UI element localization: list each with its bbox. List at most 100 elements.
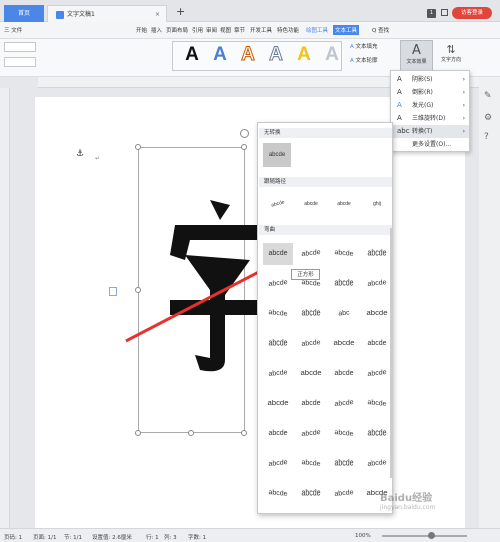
menu-item-transform[interactable]: abc 转换(T) › bbox=[392, 125, 469, 138]
warp-option[interactable]: abcde bbox=[296, 241, 326, 266]
format-icon[interactable]: ⚙ bbox=[484, 113, 492, 123]
warp-option[interactable]: abcde bbox=[262, 362, 294, 387]
warp-option[interactable]: abcde bbox=[361, 272, 393, 297]
warp-option[interactable]: abcde bbox=[361, 303, 394, 325]
warp-option[interactable]: abcde bbox=[329, 421, 359, 446]
reflection-icon: A bbox=[397, 88, 402, 96]
layout-options-icon[interactable] bbox=[109, 287, 117, 296]
warp-option[interactable]: abcde bbox=[263, 301, 293, 326]
tab-document[interactable]: 文字文稿1 × bbox=[47, 5, 167, 22]
warp-option[interactable]: abcde bbox=[329, 241, 359, 266]
menu-layout[interactable]: 页面布局 bbox=[166, 26, 188, 34]
warp-option[interactable]: abcde bbox=[263, 243, 293, 265]
menu-insert[interactable]: 插入 bbox=[151, 26, 162, 34]
paragraph-mark: ↵ bbox=[95, 155, 101, 162]
menu-text-tools[interactable]: 文本工具 bbox=[333, 25, 360, 35]
resize-handle[interactable] bbox=[135, 144, 141, 150]
vertical-ruler[interactable] bbox=[0, 88, 10, 528]
warp-option[interactable]: abc bbox=[328, 302, 360, 327]
warp-option[interactable]: abcde bbox=[362, 420, 392, 449]
help-icon[interactable]: ? bbox=[484, 132, 489, 142]
resize-handle[interactable] bbox=[241, 144, 247, 150]
menu-reference[interactable]: 引用 bbox=[192, 26, 203, 34]
menu-item-more-settings[interactable]: 更多设置(O)... bbox=[392, 138, 469, 151]
wordart-style-option[interactable]: A bbox=[238, 44, 258, 66]
new-tab-button[interactable]: + bbox=[176, 5, 185, 18]
warp-option[interactable]: abcde bbox=[296, 480, 326, 509]
close-tab-icon[interactable]: × bbox=[155, 6, 160, 23]
zoom-slider[interactable] bbox=[382, 535, 467, 537]
warp-option[interactable]: abcde bbox=[329, 391, 359, 416]
layout-icon[interactable] bbox=[441, 9, 448, 16]
warp-option[interactable]: abcde bbox=[362, 391, 392, 416]
follow-path-option[interactable]: ghij bbox=[362, 193, 392, 215]
warp-option[interactable]: abcde bbox=[362, 361, 392, 386]
warp-option[interactable]: abcde bbox=[296, 393, 326, 415]
warp-option[interactable]: abcde bbox=[329, 450, 359, 479]
pen-icon[interactable]: ✎ bbox=[484, 91, 492, 101]
warp-option[interactable]: abcde bbox=[295, 363, 328, 385]
tab-home[interactable]: 首页 bbox=[4, 5, 44, 22]
login-button[interactable]: 访客登录 bbox=[452, 7, 492, 19]
transform-none-option[interactable]: abcde bbox=[263, 143, 291, 167]
warp-option[interactable]: abcde bbox=[362, 333, 392, 355]
warp-option[interactable]: abcde bbox=[263, 423, 293, 445]
warp-option[interactable]: abcde bbox=[263, 451, 293, 476]
warp-option[interactable]: abcde bbox=[262, 393, 295, 415]
right-sidebar: ✎ ⚙ ? bbox=[479, 77, 500, 528]
warp-option[interactable]: abcde bbox=[329, 363, 359, 385]
wordart-style-option[interactable]: A bbox=[266, 44, 286, 66]
warp-option[interactable]: abcde bbox=[296, 300, 326, 329]
text-effects-button[interactable]: A 文本效果 bbox=[400, 40, 433, 73]
wordart-style-option[interactable]: A bbox=[210, 44, 230, 66]
status-section: 节: 1/1 bbox=[64, 535, 82, 541]
follow-path-option[interactable]: abcde bbox=[261, 189, 296, 218]
menu-item-shadow[interactable]: A 阴影(S) › bbox=[392, 73, 469, 86]
font-size-dropdown[interactable] bbox=[4, 57, 36, 67]
menu-start[interactable]: 开始 bbox=[136, 26, 147, 34]
menu-features[interactable]: 特色功能 bbox=[277, 26, 299, 34]
menu-review[interactable]: 审阅 bbox=[206, 26, 217, 34]
transform-panel: 无转换 abcde 跟随路径 弯曲 abcde abcde abcde ghij abc… bbox=[257, 122, 393, 514]
resize-handle[interactable] bbox=[135, 430, 141, 436]
menu-item-reflection[interactable]: A 倒影(R) › bbox=[392, 86, 469, 99]
menu-view[interactable]: 视图 bbox=[220, 26, 231, 34]
menu-item-glow[interactable]: A 发光(G) › bbox=[392, 99, 469, 112]
warp-option[interactable]: abcde bbox=[361, 452, 393, 477]
menu-item-3d-rotation[interactable]: A 三维旋转(D) › bbox=[392, 112, 469, 125]
rotate-handle-icon[interactable] bbox=[240, 129, 249, 138]
zoom-level[interactable]: 100% bbox=[355, 533, 371, 539]
text-direction-icon: ⇅ bbox=[446, 43, 456, 56]
wordart-style-option[interactable]: A bbox=[294, 44, 314, 66]
warp-option[interactable]: abcde bbox=[328, 333, 361, 355]
menu-drawing-tools[interactable]: 绘图工具 bbox=[306, 26, 328, 34]
search-button[interactable]: Q 查找 bbox=[372, 26, 389, 34]
warp-option[interactable]: abcde bbox=[296, 451, 326, 476]
text-outline-button[interactable]: A 文本轮廓 bbox=[350, 56, 398, 64]
warp-option[interactable]: abcde bbox=[295, 332, 327, 357]
follow-path-option[interactable]: abcde bbox=[296, 193, 326, 215]
anchor-icon: ⚓ bbox=[76, 149, 85, 159]
follow-path-option[interactable]: abcde bbox=[329, 193, 359, 215]
warp-option[interactable]: abcde bbox=[263, 271, 293, 296]
resize-handle[interactable] bbox=[241, 430, 247, 436]
wordart-style-option[interactable]: A bbox=[322, 44, 342, 66]
transform-label: 转换(T) bbox=[412, 128, 433, 135]
text-direction-button[interactable]: ⇅ 文字方向 bbox=[436, 43, 466, 63]
file-menu[interactable]: 三 文件 bbox=[4, 26, 22, 34]
font-name-dropdown[interactable] bbox=[4, 42, 36, 52]
section-follow-path: 跟随路径 bbox=[259, 177, 392, 187]
text-fill-button[interactable]: A 文本填充 bbox=[350, 42, 398, 50]
warp-option[interactable]: abcde bbox=[263, 330, 293, 359]
menu-chapter[interactable]: 章节 bbox=[234, 26, 245, 34]
zoom-thumb[interactable] bbox=[428, 532, 435, 539]
wordart-style-option[interactable]: A bbox=[182, 44, 202, 66]
warp-option[interactable]: abcde bbox=[328, 482, 360, 507]
warp-option[interactable]: abcde bbox=[362, 240, 392, 269]
warp-option[interactable]: abcde bbox=[296, 421, 326, 446]
menu-devtools[interactable]: 开发工具 bbox=[250, 26, 272, 34]
menu-bar: 三 文件 开始 插入 页面布局 引用 审阅 视图 章节 开发工具 特色功能 绘图… bbox=[0, 22, 500, 39]
resize-handle[interactable] bbox=[188, 430, 194, 436]
warp-option[interactable]: abcde bbox=[329, 270, 359, 299]
warp-option[interactable]: abcde bbox=[263, 481, 293, 506]
